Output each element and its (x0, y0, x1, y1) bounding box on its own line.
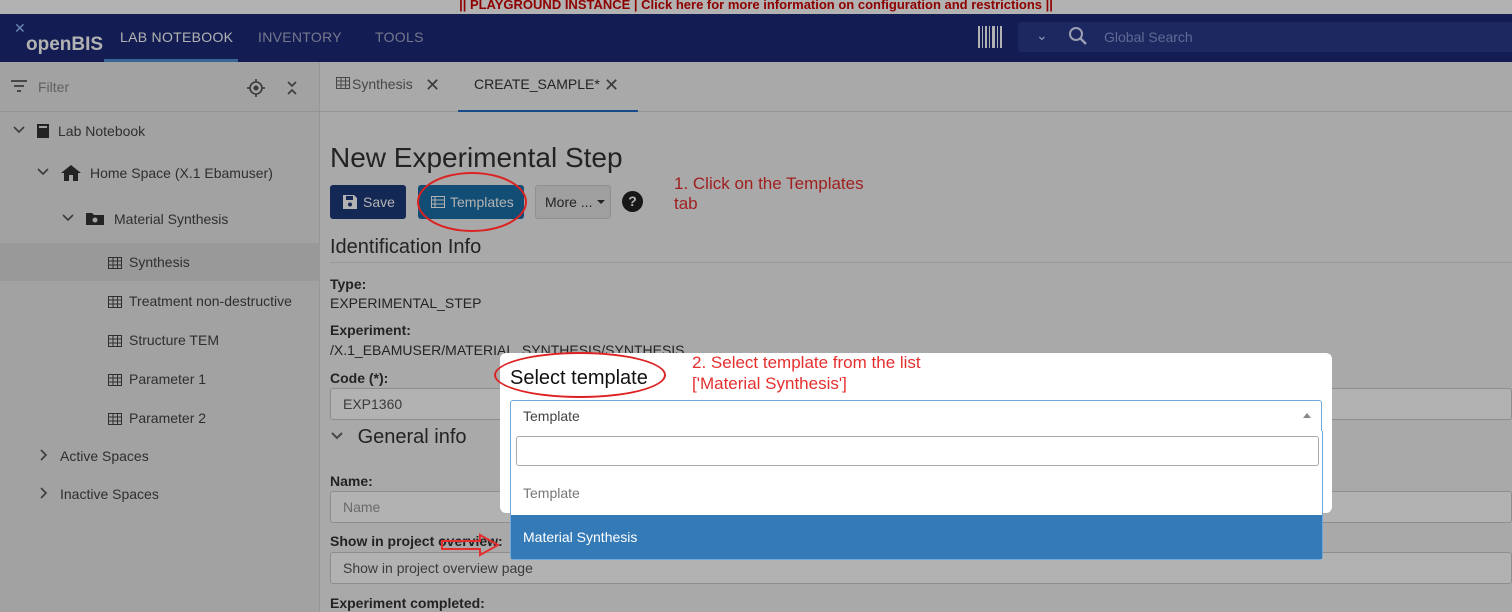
annotation-line: 2. Select template from the list (692, 353, 921, 372)
dropdown-search-input[interactable] (516, 436, 1319, 466)
annotation-line: ['Material Synthesis'] (692, 374, 847, 393)
template-dropdown: Template Material Synthesis (510, 431, 1323, 560)
highlight-ellipse (494, 352, 666, 398)
caret-up-icon (1303, 413, 1311, 418)
template-select[interactable]: Template (510, 400, 1322, 432)
template-select-value: Template (523, 408, 580, 424)
red-arrow-icon (441, 533, 500, 557)
dropdown-option-material-synthesis[interactable]: Material Synthesis (511, 515, 1322, 559)
dropdown-option[interactable]: Template (511, 471, 1322, 515)
highlight-ellipse (417, 172, 527, 232)
annotation-step-2: 2. Select template from the list ['Mater… (692, 352, 992, 394)
